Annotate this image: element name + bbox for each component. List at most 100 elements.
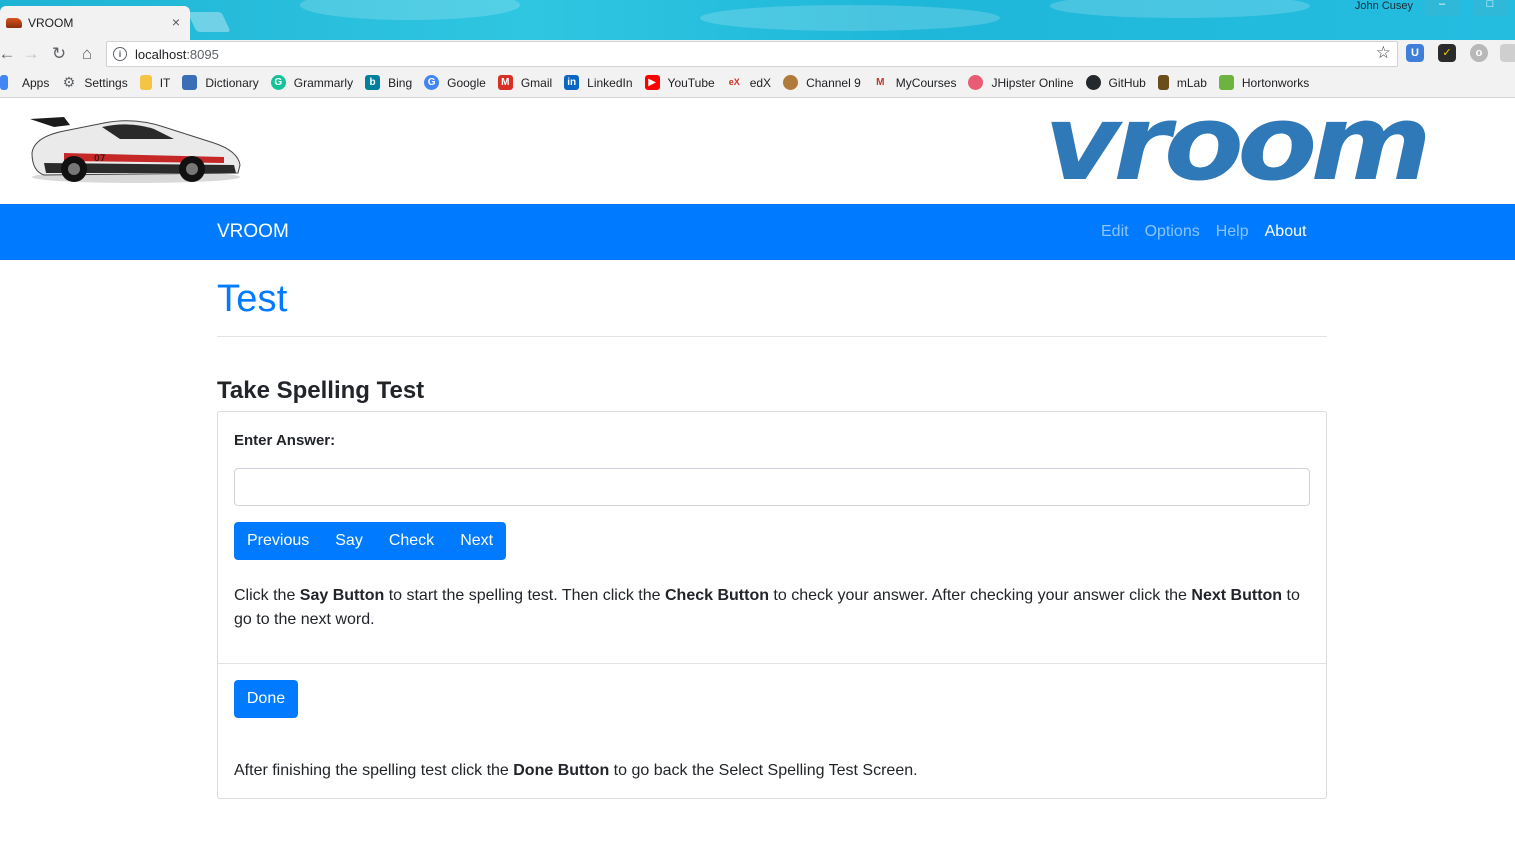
car-favicon-icon [6,18,22,28]
navbar-links: Edit Options Help About [1101,223,1322,241]
bookmark-label: edX [749,75,772,90]
done-instructions-text: to go back the Select Spelling Test Scre… [609,762,918,779]
grammarly-icon: G [270,75,286,90]
gear-icon: ⚙ [62,74,76,90]
site-info-icon[interactable]: i [113,47,127,61]
profile-name[interactable]: John Cusey [1355,0,1413,12]
todo-extension-icon[interactable]: ✓ [1438,44,1456,62]
folder-icon [139,75,152,90]
edx-icon: eX [728,77,740,87]
tab-title: VROOM [28,16,74,30]
section-title: Take Spelling Test [217,377,425,404]
answer-label: Enter Answer: [234,432,336,449]
title-divider [217,336,1327,337]
instructions-bold: Check Button [664,587,769,604]
navbar-brand[interactable]: VROOM [217,221,289,243]
test-instructions: Click the Say Button to start the spelli… [234,584,1310,632]
bookmark-it[interactable]: IT [139,68,171,98]
bookmark-google[interactable]: G Google [424,68,486,98]
nav-link-options[interactable]: Options [1145,223,1200,241]
youtube-icon: ▶ [644,75,660,90]
bookmark-star-icon[interactable]: ☆ [1376,43,1391,63]
bookmark-label: MyCourses [895,75,957,90]
card-divider [218,663,1326,664]
minimize-icon[interactable]: – [1425,0,1459,16]
url-port: :8095 [186,46,219,62]
maximize-icon[interactable]: □ [1473,0,1507,16]
bookmark-bing[interactable]: b Bing [365,68,412,98]
bookmark-label: Channel 9 [806,75,861,90]
done-button[interactable]: Done [234,680,298,718]
gmail-icon: M [497,75,513,90]
browser-toolbar: ← → ↻ ⌂ i localhost :8095 ☆ U ✓ o [0,40,1515,68]
back-icon[interactable]: ← [0,43,18,65]
dictionary-icon [182,75,198,90]
water-ripple [1050,0,1310,18]
bookmark-dictionary[interactable]: Dictionary [182,68,259,98]
test-button-group: Previous Say Check Next [234,522,507,560]
tab-close-icon[interactable]: × [172,14,180,30]
reload-icon[interactable]: ↻ [48,43,70,65]
bookmark-gmail[interactable]: M Gmail [497,68,553,98]
browser-tab[interactable]: VROOM × [0,6,190,40]
top-navbar: VROOM Edit Options Help About [0,204,1515,260]
nav-link-edit[interactable]: Edit [1101,223,1129,241]
instructions-text: Click the [234,587,300,604]
instructions-bold: Say Button [299,587,385,604]
done-instructions-text: After finishing the spelling test click … [234,762,514,779]
bookmark-label: Google [447,75,486,90]
bookmark-mycourses[interactable]: M MyCourses [873,68,957,98]
linkedin-icon: in [564,75,580,90]
apps-grid-icon [0,75,8,90]
bookmark-label: LinkedIn [587,75,633,90]
water-ripple [300,0,520,20]
browser-titlebar: VROOM × John Cusey – □ [0,0,1515,40]
instructions-bold: Next Button [1191,587,1283,604]
bookmark-label: Gmail [520,75,553,90]
extension-circle-icon[interactable]: o [1470,44,1488,62]
race-car-image: 07 [30,117,241,183]
bookmark-channel9[interactable]: Channel 9 [783,68,861,98]
url-host: localhost [135,46,187,62]
bookmark-grammarly[interactable]: G Grammarly [270,68,354,98]
instructions-text: to start the spelling test. Then click t… [384,587,665,604]
next-button[interactable]: Next [447,522,506,560]
banner: 07 vroom [0,91,1515,204]
new-tab-button[interactable] [187,12,231,32]
bookmark-label: Dictionary [205,75,259,90]
bookmark-apps[interactable]: Apps [0,68,49,98]
water-ripple [700,5,1000,31]
bookmark-label: Grammarly [293,75,354,90]
bookmark-settings[interactable]: ⚙ Settings [61,68,128,98]
page-viewport: 07 vroom VROOM Edit Options Help About T… [0,91,1515,861]
bing-icon: b [365,75,381,90]
bookmark-label: Apps [22,75,50,90]
jhipster-icon [968,75,984,90]
bookmark-label: Settings [84,75,128,90]
nav-link-about[interactable]: About [1265,223,1307,241]
answer-input[interactable] [234,468,1310,506]
bookmark-label: IT [159,75,171,90]
done-instructions-bold: Done Button [513,762,610,779]
bookmark-label: Bing [388,75,413,90]
ublock-extension-icon[interactable]: U [1406,44,1424,62]
nav-link-help[interactable]: Help [1216,223,1249,241]
forward-icon[interactable]: → [20,43,42,65]
home-icon[interactable]: ⌂ [76,43,98,65]
bookmark-edx[interactable]: eX edX [727,68,771,98]
extension-more-icon[interactable] [1500,44,1515,62]
mycourses-icon: M [876,77,885,88]
bookmark-label: YouTube [667,75,715,90]
address-bar[interactable]: i localhost :8095 ☆ [106,41,1398,67]
check-button[interactable]: Check [376,522,447,560]
page-title: Test [217,278,288,320]
spelling-test-card: Enter Answer: Previous Say Check Next Cl… [217,411,1327,799]
previous-button[interactable]: Previous [234,522,322,560]
say-button[interactable]: Say [322,522,376,560]
bookmark-linkedin[interactable]: in LinkedIn [564,68,633,98]
bookmark-youtube[interactable]: ▶ YouTube [644,68,715,98]
done-instructions: After finishing the spelling test click … [234,759,918,783]
svg-text:07: 07 [94,154,105,164]
channel9-icon [783,75,799,90]
vroom-logo: vroom [1044,82,1432,204]
